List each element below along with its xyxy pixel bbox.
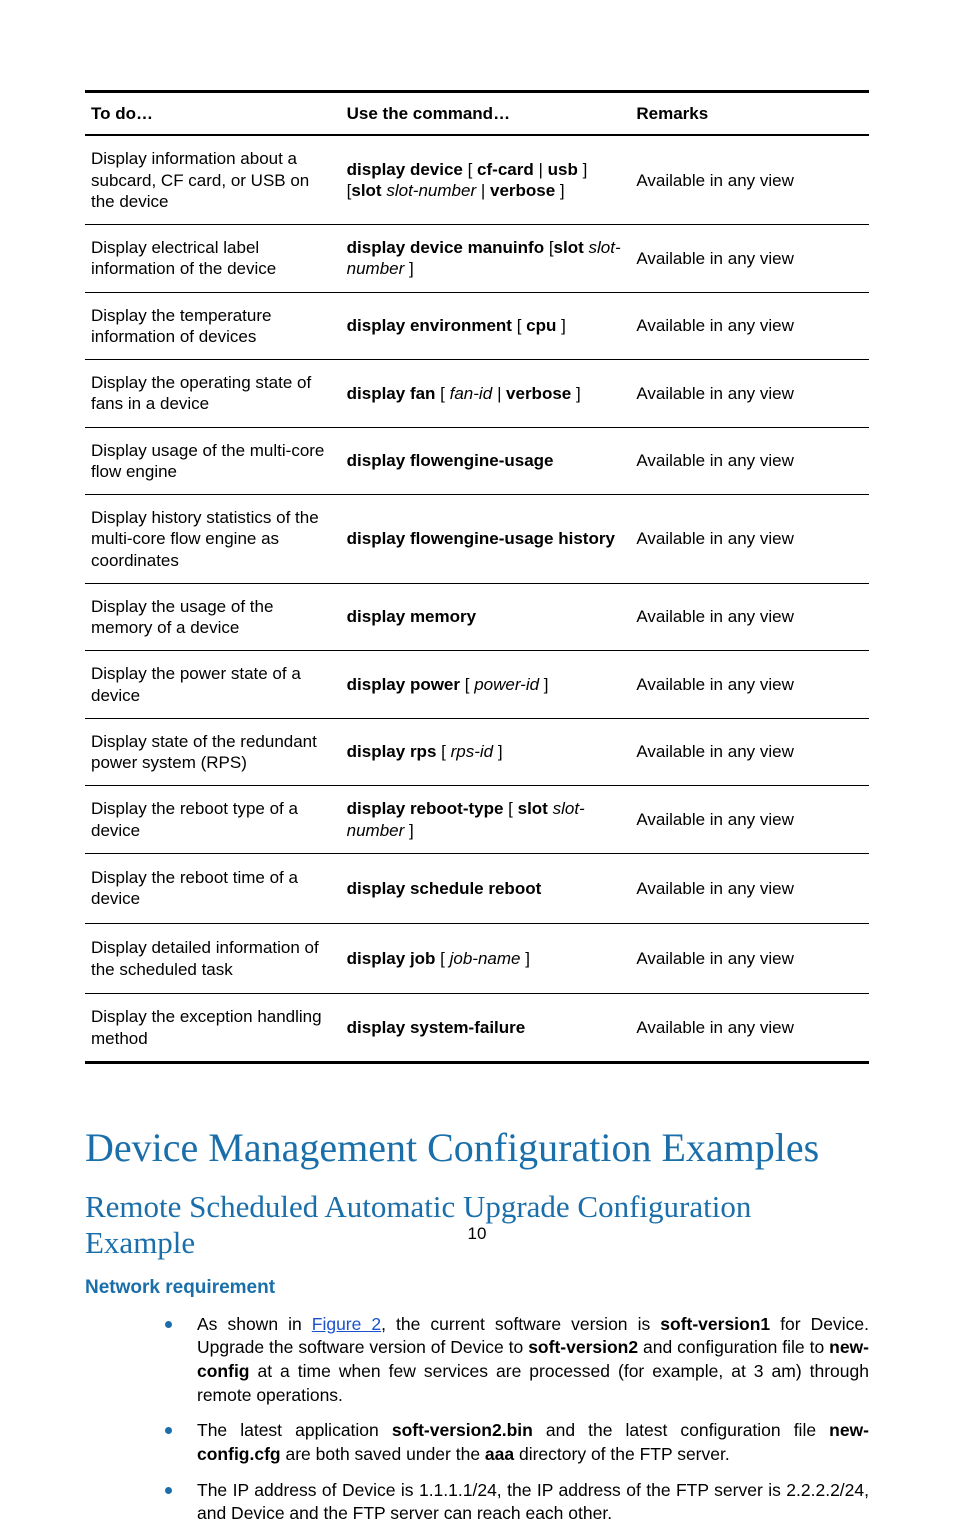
cell-command: display schedule reboot (341, 853, 631, 923)
table-row: Display information about a subcard, CF … (85, 135, 869, 224)
cell-todo: Display the operating state of fans in a… (85, 360, 341, 428)
cell-todo: Display the reboot time of a device (85, 853, 341, 923)
heading-3: Network requirement (85, 1277, 869, 1299)
cell-remark: Available in any view (630, 135, 869, 224)
cell-todo: Display the usage of the memory of a dev… (85, 583, 341, 651)
requirement-list: As shown in Figure 2, the current softwa… (165, 1313, 869, 1526)
table-row: Display state of the redundant power sys… (85, 718, 869, 786)
cell-remark: Available in any view (630, 427, 869, 495)
cell-command: display flowengine-usage (341, 427, 631, 495)
cell-command: display flowengine-usage history (341, 495, 631, 584)
cell-remark: Available in any view (630, 718, 869, 786)
cell-todo: Display history statistics of the multi-… (85, 495, 341, 584)
cell-remark: Available in any view (630, 225, 869, 293)
th-remarks: Remarks (630, 92, 869, 136)
table-row: Display the reboot type of a devicedispl… (85, 786, 869, 854)
cell-todo: Display the temperature information of d… (85, 292, 341, 360)
cell-todo: Display usage of the multi-core flow eng… (85, 427, 341, 495)
cell-todo: Display the reboot type of a device (85, 786, 341, 854)
cell-command: display device [ cf-card | usb ] [slot s… (341, 135, 631, 224)
cell-remark: Available in any view (630, 786, 869, 854)
th-command: Use the command… (341, 92, 631, 136)
cell-command: display device manuinfo [slot slot-numbe… (341, 225, 631, 293)
table-row: Display the temperature information of d… (85, 292, 869, 360)
table-row: Display detailed information of the sche… (85, 924, 869, 994)
cell-todo: Display information about a subcard, CF … (85, 135, 341, 224)
table-row: Display usage of the multi-core flow eng… (85, 427, 869, 495)
list-item: The IP address of Device is 1.1.1.1/24, … (165, 1479, 869, 1526)
cell-todo: Display state of the redundant power sys… (85, 718, 341, 786)
table-row: Display the usage of the memory of a dev… (85, 583, 869, 651)
page-number: 10 (0, 1224, 954, 1244)
cell-remark: Available in any view (630, 292, 869, 360)
table-row: Display electrical label information of … (85, 225, 869, 293)
cell-remark: Available in any view (630, 924, 869, 994)
table-row: Display the operating state of fans in a… (85, 360, 869, 428)
cell-command: display memory (341, 583, 631, 651)
cell-command: display fan [ fan-id | verbose ] (341, 360, 631, 428)
heading-1: Device Management Configuration Examples (85, 1124, 869, 1171)
cell-command: display rps [ rps-id ] (341, 718, 631, 786)
table-row: Display the reboot time of a devicedispl… (85, 853, 869, 923)
cell-remark: Available in any view (630, 360, 869, 428)
table-row: Display the exception handling methoddis… (85, 994, 869, 1063)
cell-remark: Available in any view (630, 583, 869, 651)
cell-command: display environment [ cpu ] (341, 292, 631, 360)
cell-todo: Display the exception handling method (85, 994, 341, 1063)
cell-remark: Available in any view (630, 651, 869, 719)
cell-remark: Available in any view (630, 495, 869, 584)
table-row: Display the power state of a devicedispl… (85, 651, 869, 719)
list-item: As shown in Figure 2, the current softwa… (165, 1313, 869, 1408)
cell-todo: Display the power state of a device (85, 651, 341, 719)
cell-remark: Available in any view (630, 853, 869, 923)
table-row: Display history statistics of the multi-… (85, 495, 869, 584)
th-todo: To do… (85, 92, 341, 136)
cell-remark: Available in any view (630, 994, 869, 1063)
command-table: To do… Use the command… Remarks Display … (85, 90, 869, 1064)
cell-command: display reboot-type [ slot slot-number ] (341, 786, 631, 854)
cell-todo: Display detailed information of the sche… (85, 924, 341, 994)
list-item: The latest application soft-version2.bin… (165, 1419, 869, 1466)
cell-command: display power [ power-id ] (341, 651, 631, 719)
cell-todo: Display electrical label information of … (85, 225, 341, 293)
cell-command: display system-failure (341, 994, 631, 1063)
cell-command: display job [ job-name ] (341, 924, 631, 994)
